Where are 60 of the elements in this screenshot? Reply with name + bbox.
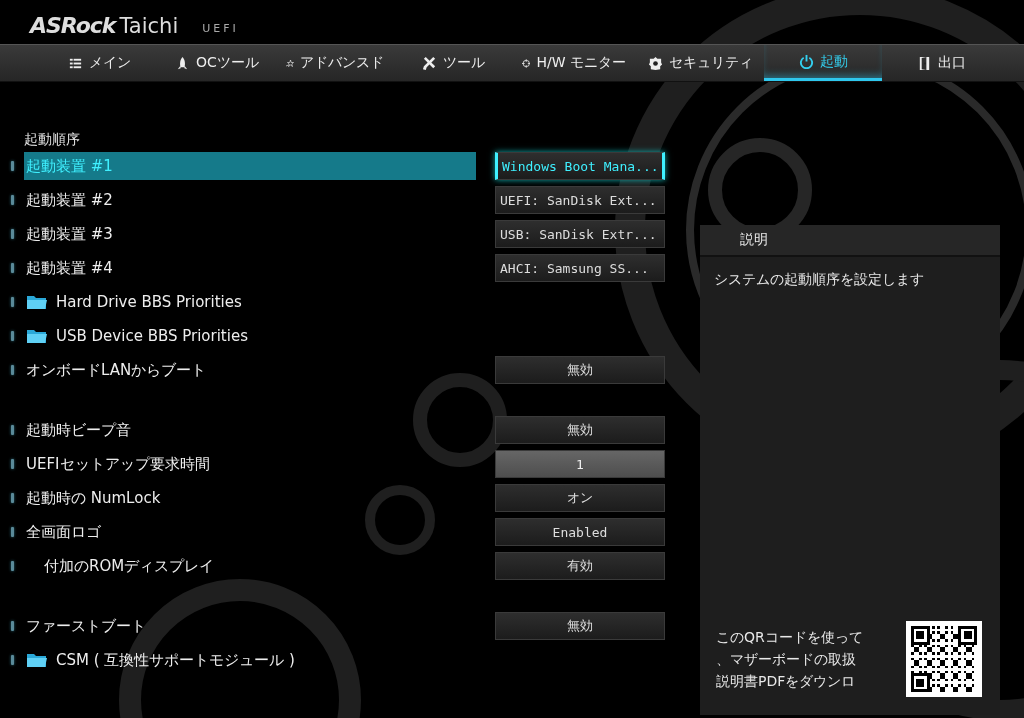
option-dropdown[interactable]: USB: SanDisk Extr...: [495, 220, 665, 248]
option-dropdown[interactable]: Windows Boot Mana...: [495, 152, 665, 180]
option-dropdown[interactable]: 有効: [495, 552, 665, 580]
bullet-icon: [11, 263, 14, 273]
setting-item[interactable]: 付加のROMディスプレイ: [24, 552, 476, 580]
setting-item[interactable]: UEFIセットアップ要求時間: [24, 450, 476, 478]
bullet-icon: [11, 161, 14, 171]
qr-caption: このQRコードを使って、マザーボードの取扱説明書PDFをダウンロ: [716, 628, 864, 691]
setting-item[interactable]: 起動装置 #3: [24, 220, 476, 248]
bullet-icon: [11, 425, 14, 435]
menu-tab[interactable]: OCツール: [158, 45, 276, 81]
setting-item[interactable]: 起動時の NumLock: [24, 484, 476, 512]
option-dropdown[interactable]: 無効: [495, 416, 665, 444]
setting-item[interactable]: ファーストブート: [24, 612, 476, 640]
option-dropdown[interactable]: AHCI: Samsung SS...: [495, 254, 665, 282]
model-name: Taichi: [119, 14, 179, 38]
menu-tab[interactable]: H/W モニター: [512, 45, 636, 81]
folder-item[interactable]: CSM ( 互換性サポートモジュール ): [24, 646, 476, 674]
folder-item[interactable]: USB Device BBS Priorities: [24, 322, 476, 350]
firmware-label: UEFI: [202, 22, 239, 37]
folder-item[interactable]: Hard Drive BBS Priorities: [24, 288, 476, 316]
bullet-icon: [11, 229, 14, 239]
bullet-icon: [11, 195, 14, 205]
option-dropdown[interactable]: オン: [495, 484, 665, 512]
option-dropdown[interactable]: UEFI: SanDisk Ext...: [495, 186, 665, 214]
number-field[interactable]: 1: [495, 450, 665, 478]
menu-tab[interactable]: メイン: [40, 45, 158, 81]
setting-item[interactable]: 全画面ロゴ: [24, 518, 476, 546]
bullet-icon: [11, 527, 14, 537]
folder-icon: [26, 328, 48, 344]
menu-tab[interactable]: 起動: [764, 45, 882, 81]
option-dropdown[interactable]: Enabled: [495, 518, 665, 546]
bullet-icon: [11, 655, 14, 665]
folder-icon: [26, 294, 48, 310]
menu-tab[interactable]: ツール: [394, 45, 512, 81]
folder-icon: [26, 652, 48, 668]
bullet-icon: [11, 561, 14, 571]
tab-icon: [647, 55, 663, 71]
bullet-icon: [11, 331, 14, 341]
setting-item[interactable]: 起動装置 #1: [24, 152, 476, 180]
description-text: システムの起動順序を設定します: [713, 270, 925, 289]
brand-logo: ASRock: [30, 13, 116, 38]
option-dropdown[interactable]: 無効: [495, 612, 665, 640]
option-dropdown[interactable]: 無効: [495, 356, 665, 384]
menu-tab[interactable]: アドバンスド: [276, 45, 394, 81]
setting-item[interactable]: 起動装置 #2: [24, 186, 476, 214]
bullet-icon: [11, 493, 14, 503]
bullet-icon: [11, 459, 14, 469]
menu-tab[interactable]: セキュリティ: [636, 45, 764, 81]
bullet-icon: [11, 621, 14, 631]
tab-icon: [798, 54, 814, 69]
menu-tab[interactable]: 出口: [882, 45, 1000, 81]
setting-item[interactable]: オンボードLANからブート: [24, 356, 476, 384]
setting-item[interactable]: 起動時ビープ音: [24, 416, 476, 444]
section-heading: 起動順序: [24, 130, 81, 148]
setting-item[interactable]: 起動装置 #4: [24, 254, 476, 282]
panel-title: 説明: [740, 231, 768, 249]
bullet-icon: [11, 365, 14, 375]
bullet-icon: [11, 297, 14, 307]
tab-icon: [421, 55, 437, 71]
